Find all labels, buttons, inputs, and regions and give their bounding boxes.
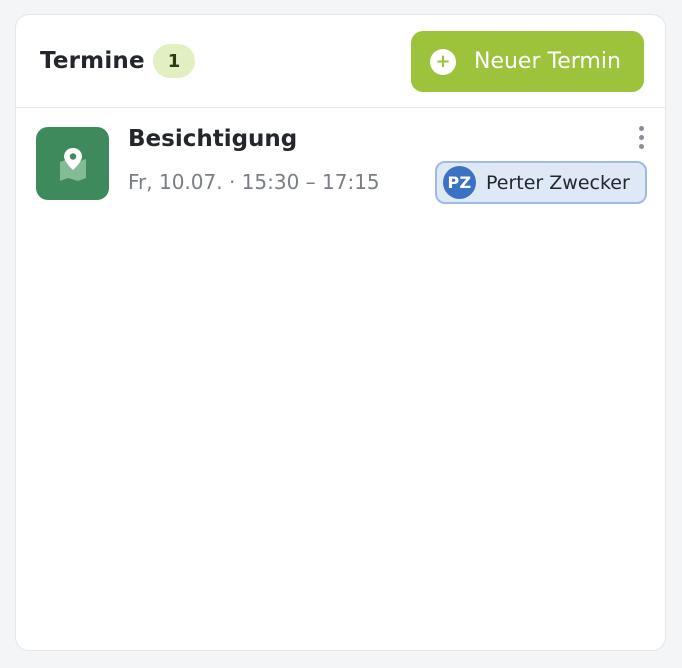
assignee-name: Perter Zwecker [486,171,630,194]
appointments-card: Termine 1 + Neuer Termin Besichtigung Fr… [15,14,666,651]
plus-icon: + [430,48,456,75]
menu-dot [638,125,644,131]
count-badge: 1 [153,44,195,78]
appointment-title: Besichtigung [128,126,298,152]
card-header: Termine 1 + Neuer Termin [16,15,665,108]
card-title: Termine [40,48,145,74]
menu-dot [638,134,644,140]
menu-dot [638,143,644,149]
more-options-icon[interactable] [626,120,656,154]
appointment-time: Fr, 10.07. · 15:30 – 17:15 [128,170,380,194]
assignee-chip[interactable]: PZ Perter Zwecker [435,161,647,204]
map-pin-icon [36,127,109,200]
new-appointment-button[interactable]: + Neuer Termin [411,31,644,92]
appointment-item[interactable]: Besichtigung Fr, 10.07. · 15:30 – 17:15 … [16,108,665,218]
new-appointment-label: Neuer Termin [474,49,621,74]
avatar: PZ [443,166,476,199]
